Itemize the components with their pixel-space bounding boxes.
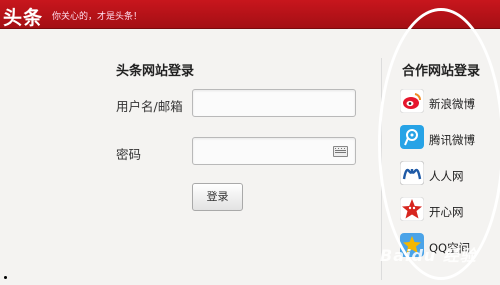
site-logo[interactable]: 头条 [3, 3, 43, 30]
cursor-dot [4, 276, 7, 279]
keyboard-icon[interactable] [333, 146, 348, 157]
password-label: 密码 [116, 147, 142, 162]
username-input[interactable] [192, 89, 356, 117]
username-label: 用户名/邮箱 [116, 99, 183, 114]
login-title: 头条网站登录 [116, 64, 195, 79]
site-slogan: 你关心的，才是头条！ [52, 12, 143, 22]
highlight-oval [378, 8, 500, 280]
login-button[interactable]: 登录 [192, 183, 243, 211]
watermark: Baidu 经验 [380, 246, 477, 265]
password-input[interactable] [192, 137, 356, 165]
